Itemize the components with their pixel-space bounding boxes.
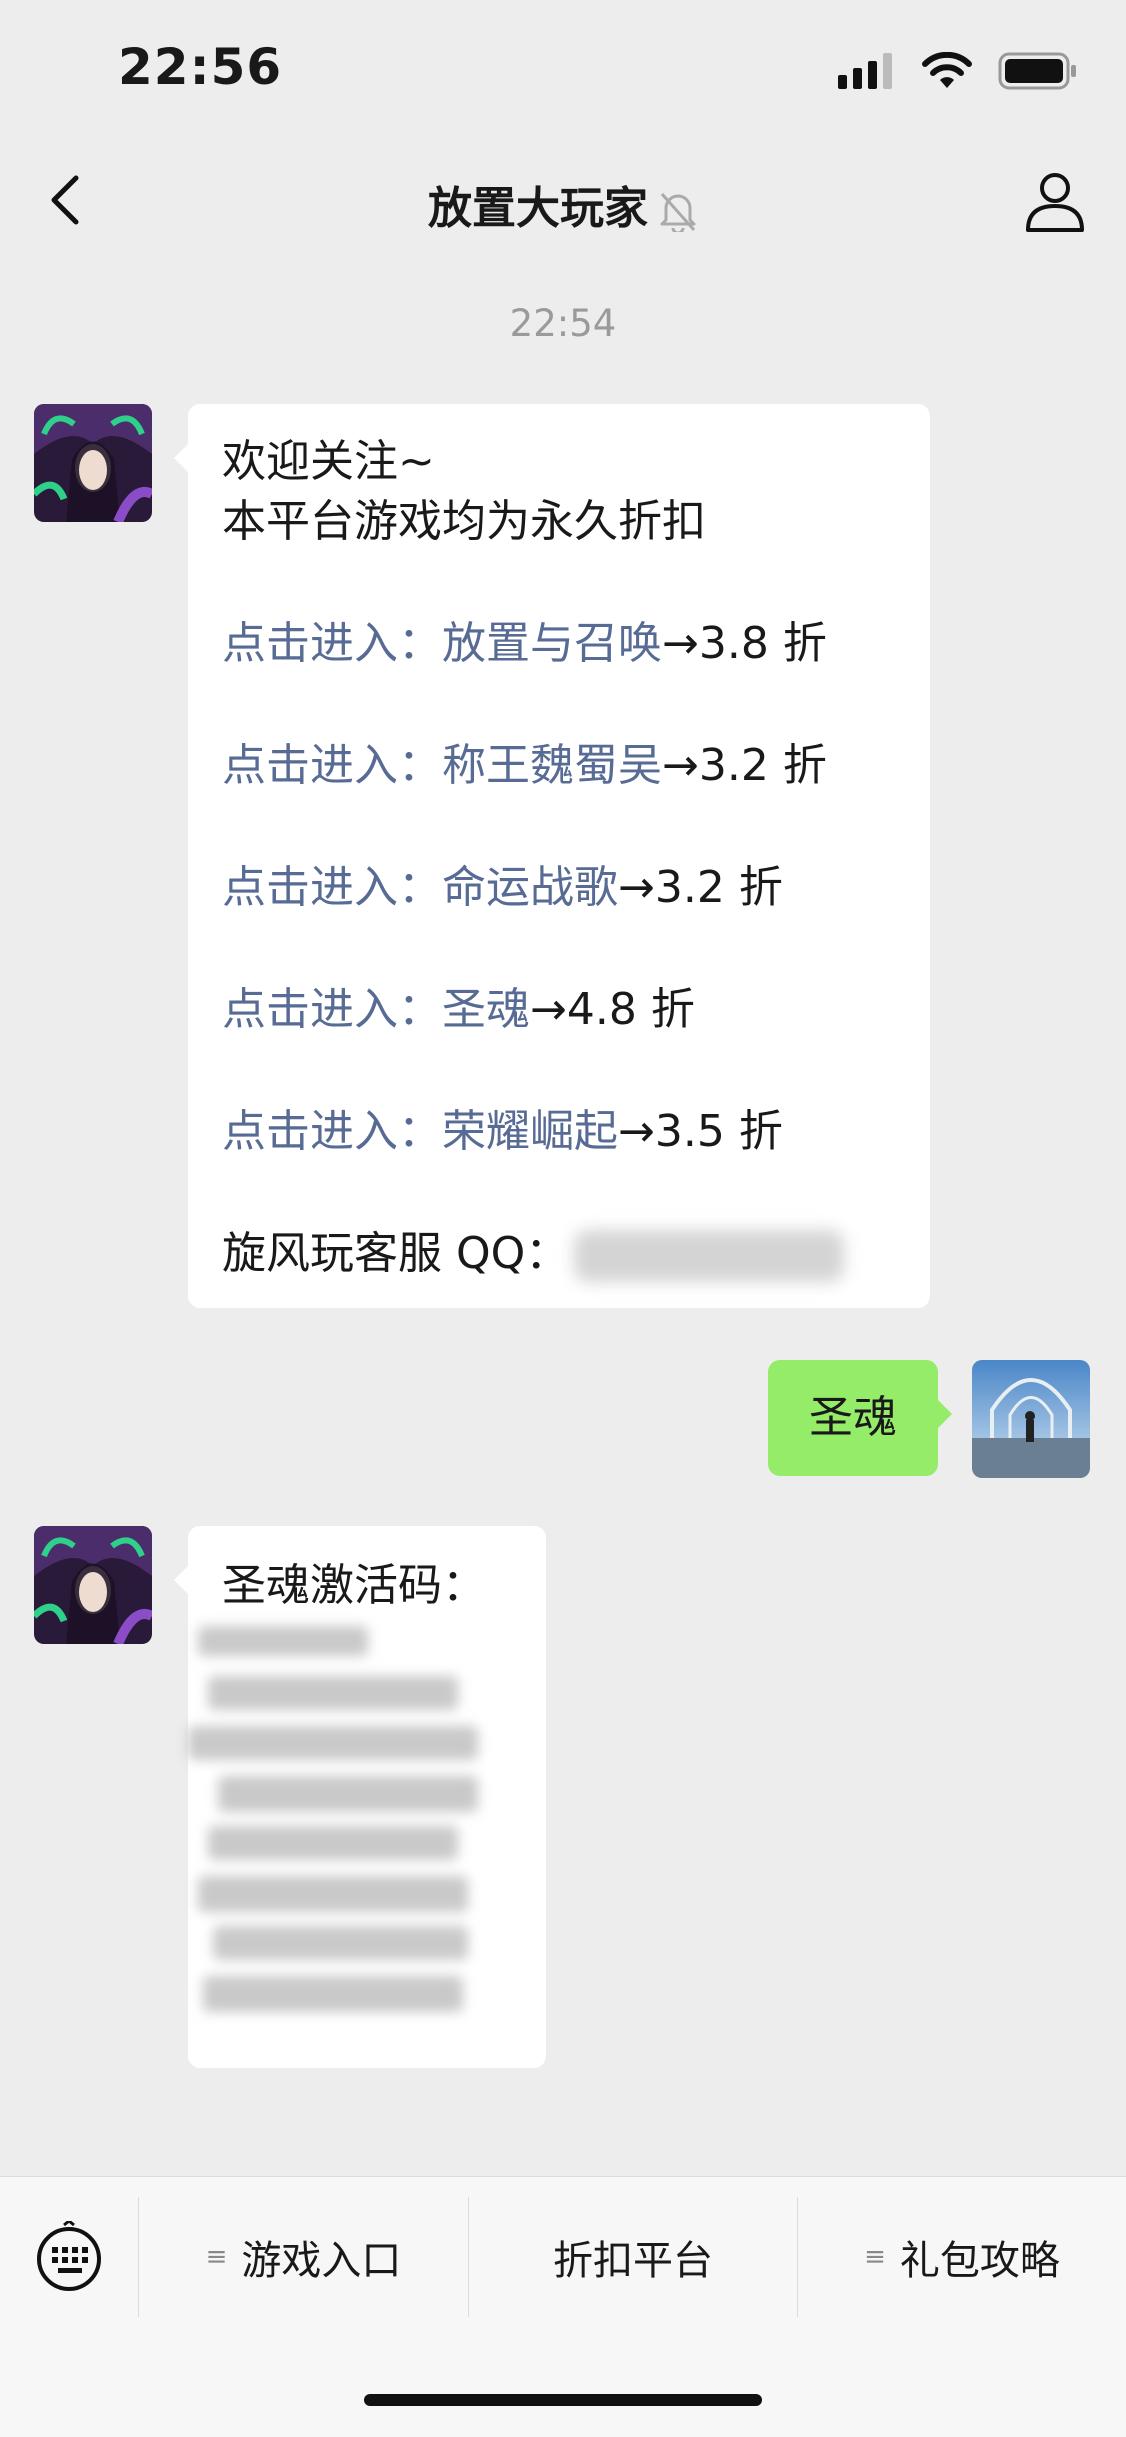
menu-discount-platform[interactable]: 折扣平台 [469, 2177, 797, 2337]
submenu-icon: ≡ [205, 2242, 228, 2272]
game-link-prefix[interactable]: 点击进入： [222, 984, 442, 1035]
game-link-prefix[interactable]: 点击进入： [222, 740, 442, 791]
menu-label: 礼包攻略 [899, 2238, 1060, 2284]
game-discount: →3.2 折 [662, 740, 827, 791]
chat-title-text: 放置大玩家 [428, 183, 648, 234]
welcome-message-bubble: 欢迎关注~ 本平台游戏均为永久折扣 点击进入：放置与召唤→3.8 折 点击进入：… [174, 404, 930, 1308]
bell-off-icon [660, 193, 696, 232]
status-icons [838, 52, 1078, 90]
game-link-row[interactable]: 点击进入：命运战歌→3.2 折 [222, 858, 896, 918]
game-link-name[interactable]: 称王魏蜀吴 [442, 740, 662, 791]
game-discount: →3.2 折 [618, 862, 783, 913]
submenu-icon: ≡ [864, 2242, 886, 2272]
menu-label: 游戏入口 [241, 2238, 402, 2284]
chat-timestamp: 22:54 [509, 302, 617, 345]
service-qq-line: 旋风玩客服 QQ： [222, 1224, 896, 1284]
nav-bar: 放置大玩家 [0, 150, 1126, 250]
account-avatar[interactable] [34, 1526, 152, 1644]
game-link-row[interactable]: 点击进入：荣耀崛起→3.5 折 [222, 1102, 896, 1162]
redacted-qq-number [574, 1230, 844, 1282]
game-link-row[interactable]: 点击进入：称王魏蜀吴→3.2 折 [222, 736, 896, 796]
game-link-name[interactable]: 放置与召唤 [442, 618, 662, 669]
game-link-row[interactable]: 点击进入：放置与召唤→3.8 折 [222, 614, 896, 674]
activation-code-bubble: 圣魂激活码： [174, 1526, 546, 2068]
status-bar: 22:56 [0, 0, 1126, 150]
game-link-prefix[interactable]: 点击进入： [222, 618, 442, 669]
game-link-prefix[interactable]: 点击进入： [222, 862, 442, 913]
cellular-signal-icon [838, 53, 892, 89]
menu-label: 折扣平台 [553, 2238, 713, 2284]
status-time: 22:56 [118, 38, 283, 96]
keyboard-toggle-icon[interactable] [34, 2221, 104, 2291]
activation-code-label: 圣魂激活码： [222, 1560, 486, 1611]
home-indicator[interactable] [364, 2394, 762, 2406]
account-avatar[interactable] [34, 404, 152, 522]
welcome-line-1: 欢迎关注~ [222, 436, 435, 487]
game-link-row[interactable]: 点击进入：圣魂→4.8 折 [222, 980, 896, 1040]
battery-icon [998, 52, 1076, 90]
menu-game-entry[interactable]: ≡ 游戏入口 [139, 2177, 468, 2337]
game-link-name[interactable]: 圣魂 [442, 984, 530, 1035]
game-link-name[interactable]: 荣耀崛起 [442, 1106, 618, 1157]
sent-message-bubble: 圣魂 [768, 1360, 952, 1476]
sent-message-text: 圣魂 [809, 1392, 897, 1443]
menu-gift-guide[interactable]: ≡ 礼包攻略 [798, 2177, 1126, 2337]
game-discount: →3.5 折 [618, 1106, 783, 1157]
game-discount: →4.8 折 [530, 984, 695, 1035]
user-avatar[interactable] [972, 1360, 1090, 1478]
service-qq-label: 旋风玩客服 QQ： [222, 1228, 570, 1279]
game-link-name[interactable]: 命运战歌 [442, 862, 618, 913]
welcome-line-2: 本平台游戏均为永久折扣 [222, 496, 706, 547]
person-icon[interactable] [1022, 168, 1088, 234]
redacted-activation-code [168, 1616, 508, 2036]
wifi-icon [922, 52, 972, 88]
chat-title: 放置大玩家 [0, 172, 1126, 236]
game-discount: →3.8 折 [662, 618, 827, 669]
game-link-prefix[interactable]: 点击进入： [222, 1106, 442, 1157]
